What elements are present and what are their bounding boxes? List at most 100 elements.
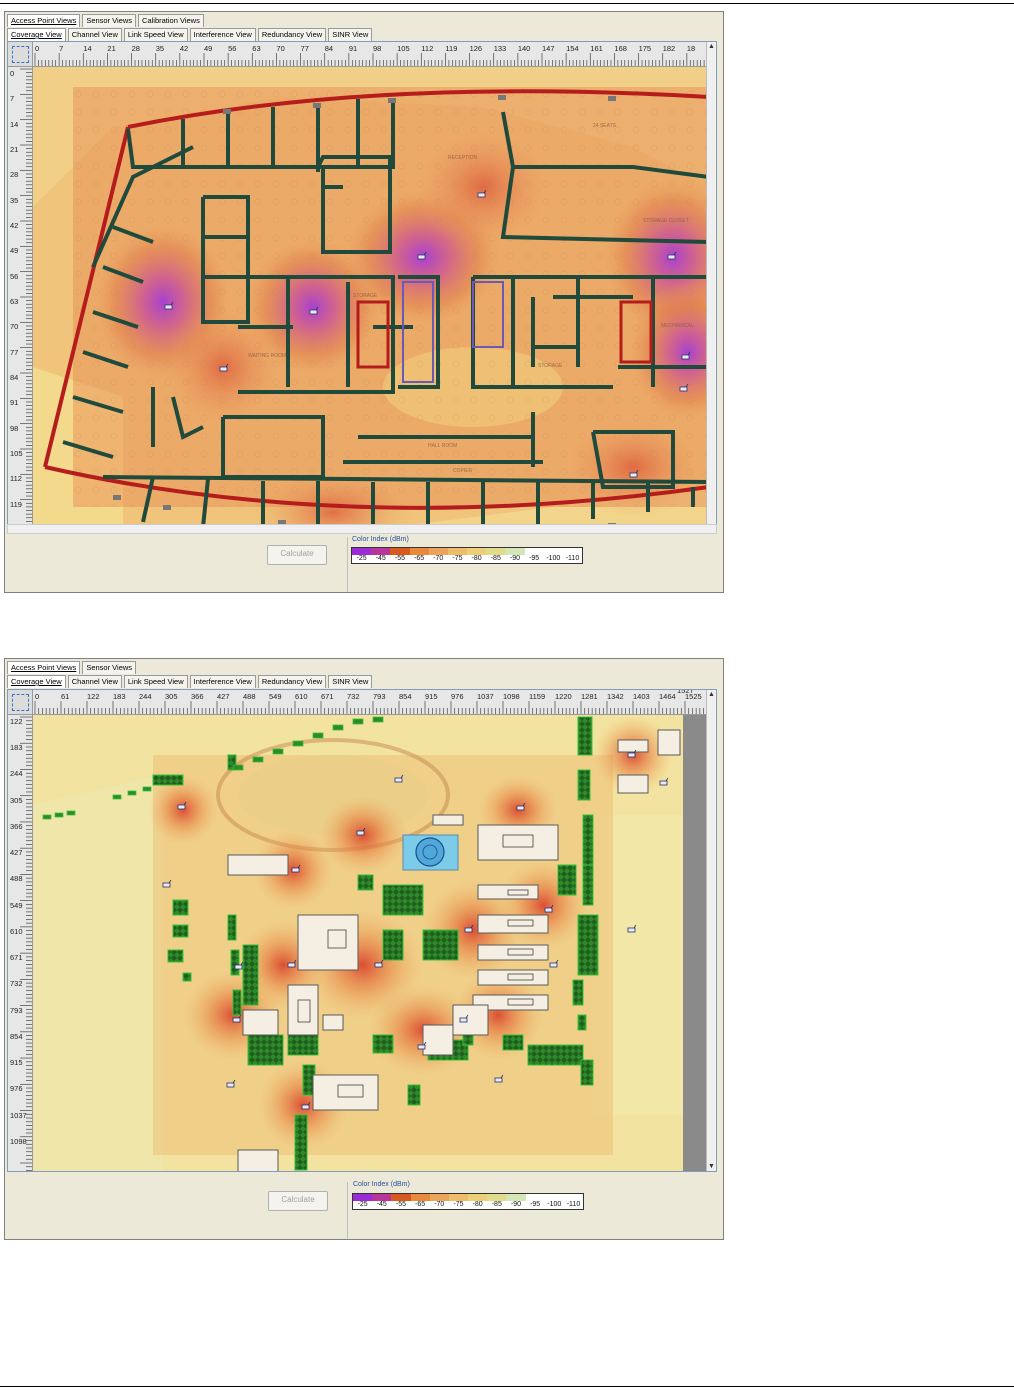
room-label-storage-closet: STORAGE CLOSET [643,218,689,224]
tab-redundancy-view[interactable]: Redundancy View [257,675,327,688]
color-index-value: -100 [547,1201,562,1208]
scroll-up-arrow-icon[interactable]: ▲ [707,42,716,51]
color-index-value: -75 [453,1201,464,1208]
color-index-swatch [562,548,583,555]
color-index-value: -70 [433,555,444,562]
coverage-panel-campus: Access Point Views Sensor Views Coverage… [4,658,724,1240]
tab-sensor-views[interactable]: Sensor Views [82,661,137,674]
color-index-value: -100 [546,555,561,562]
tab-coverage-view[interactable]: Coverage View [7,28,66,41]
color-index-swatch [448,1194,469,1201]
color-index-value: -110 [565,555,580,562]
color-index-value: -55 [394,555,405,562]
room-label-24-seats: 24 SEATS [593,123,617,129]
horizontal-scrollbar[interactable] [7,524,717,534]
color-index-value: -45 [375,555,386,562]
color-index-legend: -25 -45 -55 -65 -70 -75 -80 -85 -90 -95 -100 -110 [351,547,583,564]
color-index-value: -90 [510,1201,522,1208]
color-index-value: -80 [472,1201,483,1208]
color-index-value: -70 [434,1201,445,1208]
color-index-value: -25 [357,1201,368,1208]
color-index-swatch [352,548,372,555]
color-index-value: -55 [395,1201,406,1208]
tab-coverage-view[interactable]: Coverage View [7,675,66,688]
color-index-swatch [371,548,391,555]
color-index-swatch [428,548,448,555]
color-index-swatch [487,1194,507,1201]
tab-link-speed-view[interactable]: Link Speed View [123,675,188,688]
ruler-ticks [34,53,708,66]
color-index-swatch [505,548,525,555]
color-index-value: -65 [415,1201,426,1208]
tab-calibration-views[interactable]: Calibration Views [138,14,204,27]
tab-channel-view[interactable]: Channel View [67,28,122,41]
color-index-legend: -25 -45 -55 -65 -70 -75 -80 -85 -90 -95 -100 -110 [352,1193,584,1210]
horizontal-ruler: 0 7 14 21 28 35 42 49 56 63 70 77 84 91 98 105 112 119 126… [33,42,716,67]
scroll-down-arrow-icon[interactable]: ▼ [707,1162,716,1171]
vertical-ruler: 0 7 14 21 28 35 42 49 56 63 70 77 84 91 98 105 112 119 [8,67,33,533]
color-index-value: -65 [414,555,425,562]
color-index-value: -80 [471,555,482,562]
ruler-corner[interactable] [8,42,33,67]
color-index-swatch [429,1194,449,1201]
map-viewport[interactable]: 0 61 122 183 244 305 366 427 488 549 610 671 732 793 8… [7,689,717,1172]
sub-tab-bar: Coverage View Channel View Link Speed Vi… [7,28,374,41]
vertical-ruler: 122 183 244 305 366 427 488 549 610 671 732 793 854 9… [8,715,33,1171]
tab-sensor-views[interactable]: Sensor Views [82,14,137,27]
bottom-divider [347,1182,348,1239]
room-label-storage-1: STORAGE [353,293,378,299]
color-index-value: -85 [491,1201,502,1208]
color-index-value: -90 [509,555,521,562]
tab-access-point-views[interactable]: Access Point Views [7,661,81,674]
color-index-value: -75 [452,555,463,562]
room-label-mechanical: MECHANICAL [661,323,694,329]
color-index-title: Color Index (dBm) [353,1181,410,1188]
color-index-swatch [467,548,487,555]
tab-interference-view[interactable]: Interference View [189,28,256,41]
tab-interference-view[interactable]: Interference View [189,675,256,688]
color-index-value: -45 [376,1201,387,1208]
tab-sinr-view[interactable]: SINR View [328,675,373,688]
room-label-reception: RECEPTION [448,155,478,161]
color-index-title: Color Index (dBm) [352,536,409,543]
ruler-ticks [20,716,32,1171]
vertical-scrollbar[interactable]: ▲ ▼ [706,42,716,533]
color-index-value: -110 [566,1201,581,1208]
ruler-corner[interactable] [8,690,33,715]
map-viewport[interactable]: 0 7 14 21 28 35 42 49 56 63 70 77 84 91 98 105 112 119 126… [7,41,717,534]
color-index-swatch [390,548,410,555]
ruler-ticks [34,701,708,714]
color-index-swatch [447,548,468,555]
color-index-swatch [372,1194,392,1201]
calculate-button[interactable]: Calculate [267,545,327,565]
ruler-ticks [20,68,32,533]
tab-link-speed-view[interactable]: Link Speed View [123,28,188,41]
floorplan-heatmap[interactable]: RECEPTION 24 SEATS STORAGE CLOSET MECHAN… [33,67,709,534]
color-index-swatch [353,1194,373,1201]
tab-sinr-view[interactable]: SINR View [328,28,373,41]
color-index-value: -95 [529,555,540,562]
scroll-up-arrow-icon[interactable]: ▲ [707,690,716,699]
room-label-hall-room: HALL ROOM [428,443,457,449]
color-index-value: -95 [530,1201,541,1208]
color-index-swatch [468,1194,488,1201]
color-index-swatch [409,548,429,555]
top-tab-bar: Access Point Views Sensor Views [7,661,138,674]
tab-channel-view[interactable]: Channel View [67,675,122,688]
vertical-scrollbar[interactable]: ▲ ▼ [706,690,716,1171]
sub-tab-bar: Coverage View Channel View Link Speed Vi… [7,675,374,688]
color-index-swatch [563,1194,584,1201]
color-index-swatch [543,548,563,555]
coverage-panel-floorplan: Access Point Views Sensor Views Calibrat… [4,11,724,593]
tab-access-point-views[interactable]: Access Point Views [7,14,81,27]
color-index-swatch [524,548,544,555]
campus-heatmap[interactable] [33,715,709,1172]
page-bottom-rule [0,1386,1014,1387]
color-index-swatch [544,1194,564,1201]
calculate-button[interactable]: Calculate [268,1191,328,1211]
bottom-divider [347,537,348,592]
color-index-swatch [391,1194,411,1201]
color-index-swatch [410,1194,430,1201]
room-label-storage-2: STORAGE [538,363,563,369]
tab-redundancy-view[interactable]: Redundancy View [257,28,327,41]
